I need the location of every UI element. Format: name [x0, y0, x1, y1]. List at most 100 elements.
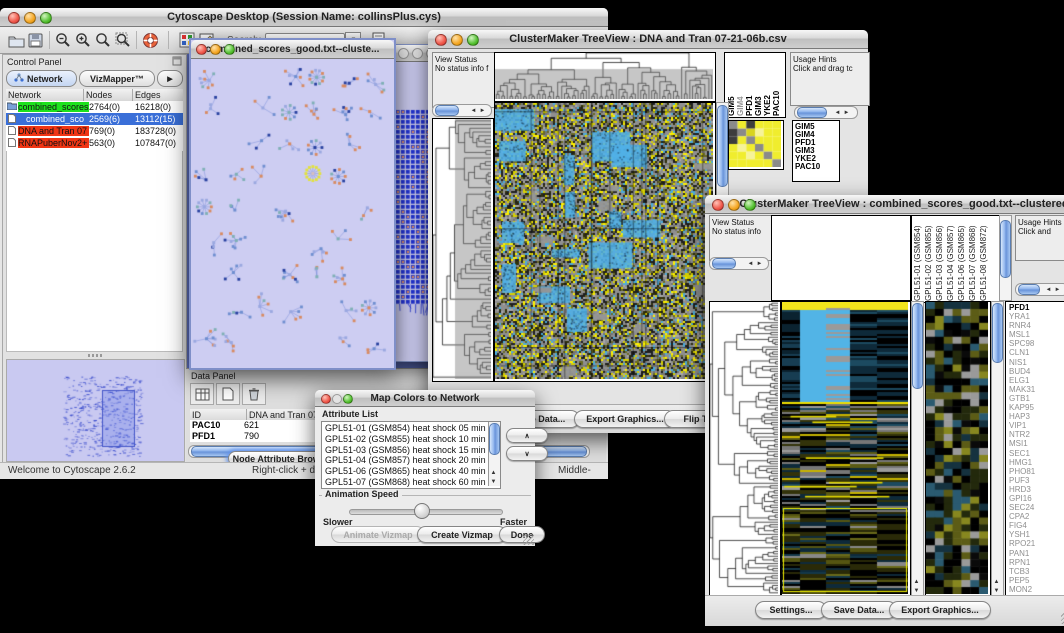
column-label[interactable]: GPL51-06 (GSM865) — [957, 221, 968, 301]
treeview2-top-vscrollbar[interactable] — [999, 215, 1012, 301]
scroll-right-icon[interactable]: ► — [478, 107, 487, 115]
gene-label[interactable]: HMG1 — [1009, 458, 1061, 467]
treeview2-titlebar[interactable]: ClusterMaker TreeView : combined_scores_… — [705, 195, 1064, 214]
column-label[interactable]: PFD1 — [745, 58, 753, 116]
network-view-window[interactable]: combined_scores_good.txt--cluste... — [189, 38, 396, 370]
trash-icon[interactable] — [242, 383, 266, 405]
minimize-button[interactable] — [210, 44, 221, 55]
save-data-button[interactable]: Save Data... — [821, 601, 897, 619]
minimize-button[interactable] — [412, 48, 423, 59]
network-list-row[interactable]: combined_scores2764(0)16218(0) — [6, 101, 183, 113]
zoom-button[interactable] — [467, 34, 479, 46]
gene-label[interactable]: SEC24 — [1009, 503, 1061, 512]
attribute-list-vscrollbar[interactable]: ▲ ▼ — [488, 422, 500, 486]
column-label[interactable]: GPL51-04 (GSM857) — [946, 221, 957, 301]
gene-label[interactable]: PEP5 — [1009, 576, 1061, 585]
close-button[interactable] — [196, 44, 207, 55]
gene-label[interactable]: PAN1 — [1009, 549, 1061, 558]
treeview1-zoom-thumbnail[interactable] — [728, 120, 784, 170]
treeview2-gene-labels[interactable]: PFD1YRA1RNR4MSL1SPC98CLN1NIS1BUD4ELG1MAK… — [1005, 301, 1064, 599]
table-icon[interactable] — [190, 383, 214, 405]
minimize-button[interactable] — [24, 12, 36, 24]
zoom-button[interactable] — [343, 394, 353, 404]
treeview1-status-hscrollbar[interactable]: ◄ ► — [432, 104, 492, 117]
treeview1-row-labels[interactable]: GIM5GIM4PFD1GIM3YKE2PAC10 — [792, 120, 840, 182]
attribute-list-item[interactable]: GPL51-06 (GSM865) heat shock 40 min — [325, 466, 487, 477]
scroll-up-icon[interactable]: ▲ — [912, 578, 921, 586]
gene-label[interactable]: VIP1 — [1009, 421, 1061, 430]
attribute-list-item[interactable]: GPL51-02 (GSM855) heat shock 10 min — [325, 434, 487, 445]
column-header-nodes[interactable]: Nodes — [84, 89, 133, 101]
gene-label[interactable]: PUF3 — [1009, 476, 1061, 485]
scroll-left-icon[interactable]: ◄ — [746, 260, 755, 268]
column-label[interactable]: YKE2 — [763, 58, 771, 116]
column-label[interactable]: GPL51-01 (GSM854) — [913, 221, 924, 301]
zoom-button[interactable] — [744, 199, 756, 211]
scroll-down-icon[interactable]: ▼ — [992, 587, 1001, 595]
zoom-out-icon[interactable] — [53, 30, 73, 50]
column-label[interactable]: GIM4 — [736, 58, 744, 116]
export-graphics-button[interactable]: Export Graphics... — [889, 601, 991, 619]
gene-label[interactable]: YSH1 — [1009, 530, 1061, 539]
scroll-up-icon[interactable]: ▲ — [489, 469, 498, 477]
life-ring-icon[interactable] — [140, 30, 160, 50]
gene-label[interactable]: BUD4 — [1009, 367, 1061, 376]
done-button[interactable]: Done — [499, 526, 545, 543]
gene-label[interactable]: RPO21 — [1009, 539, 1061, 548]
gene-label[interactable]: HRD3 — [1009, 485, 1061, 494]
network-canvas[interactable] — [191, 59, 390, 365]
scroll-up-icon[interactable]: ▲ — [992, 578, 1001, 586]
attribute-list-item[interactable]: GPL51-04 (GSM857) heat shock 20 min — [325, 455, 487, 466]
scroll-left-icon[interactable]: ◄ — [469, 107, 478, 115]
main-titlebar[interactable]: Cytoscape Desktop (Session Name: collins… — [0, 8, 608, 27]
vscroll-thumb[interactable] — [1000, 220, 1011, 278]
resize-grip[interactable] — [523, 534, 534, 545]
treeview1-titlebar[interactable]: ClusterMaker TreeView : DNA and Tran 07-… — [428, 30, 868, 49]
hscroll-thumb[interactable] — [797, 107, 827, 118]
zoom-in-icon[interactable] — [73, 30, 93, 50]
attribute-list-item[interactable]: GPL51-07 (GSM868) heat shock 60 min — [325, 477, 487, 488]
close-button[interactable] — [321, 394, 331, 404]
gene-label[interactable]: ELG1 — [1009, 376, 1061, 385]
settings-button[interactable]: Settings... — [755, 601, 827, 619]
gene-label[interactable]: TCB3 — [1009, 567, 1061, 576]
gene-label[interactable]: MSI1 — [1009, 439, 1061, 448]
zoom-button[interactable] — [40, 12, 52, 24]
treeview2-heatmap-panel[interactable] — [781, 301, 911, 597]
column-header-edges[interactable]: Edges — [133, 89, 183, 101]
tab-vizmapper[interactable]: VizMapper™ — [79, 70, 155, 87]
gene-label[interactable]: RNR4 — [1009, 321, 1061, 330]
attribute-list-item[interactable]: GPL51-03 (GSM856) heat shock 15 min — [325, 445, 487, 456]
gene-label[interactable]: CLN1 — [1009, 348, 1061, 357]
column-header-network[interactable]: Network — [6, 89, 84, 101]
treeview1-column-labels[interactable]: GIM5GIM4PFD1GIM3YKE2PAC10 — [724, 52, 786, 118]
gene-label[interactable]: NIS1 — [1009, 358, 1061, 367]
gene-label[interactable]: SEC1 — [1009, 449, 1061, 458]
vscroll-thumb[interactable] — [717, 105, 728, 187]
scroll-right-icon[interactable]: ► — [755, 260, 764, 268]
hscroll-thumb[interactable] — [435, 105, 459, 116]
minimize-button[interactable] — [332, 394, 342, 404]
treeview2-zoomview-panel[interactable] — [925, 301, 991, 597]
panel-splitter[interactable] — [6, 352, 183, 358]
treeview2-heatmap-vscrollbar[interactable]: ▲ ▼ — [911, 301, 924, 597]
column-dendrogram-panel[interactable] — [494, 52, 716, 102]
gene-label[interactable]: SPC98 — [1009, 339, 1061, 348]
column-dendrogram-panel[interactable] — [771, 215, 911, 301]
gene-label[interactable]: PHO81 — [1009, 467, 1061, 476]
gene-label[interactable]: GTB1 — [1009, 394, 1061, 403]
treeview1-zoom-hscrollbar[interactable]: ◄ ► — [794, 106, 858, 119]
speed-slider-thumb[interactable] — [414, 503, 430, 519]
tab-network[interactable]: Network — [6, 70, 77, 87]
treeview2-status-hscrollbar[interactable]: ◄ ► — [709, 257, 769, 270]
scroll-right-icon[interactable]: ► — [1053, 286, 1062, 294]
network-list-row[interactable]: DNA and Tran 07769(0)183728(0) — [6, 125, 183, 137]
scroll-down-icon[interactable]: ▼ — [912, 587, 921, 595]
gene-label[interactable]: GPI16 — [1009, 494, 1061, 503]
treeview2-zoom-hscrollbar[interactable]: ◄ ► — [1015, 283, 1064, 296]
network-list-row[interactable]: combined_sco2569(6)13112(15) — [6, 113, 183, 125]
vscroll-thumb[interactable] — [489, 423, 500, 455]
gene-label[interactable]: HAP3 — [1009, 412, 1061, 421]
zoom-fit-icon[interactable] — [93, 30, 113, 50]
map-colors-dialog[interactable]: Map Colors to Network Attribute List GPL… — [315, 390, 535, 546]
